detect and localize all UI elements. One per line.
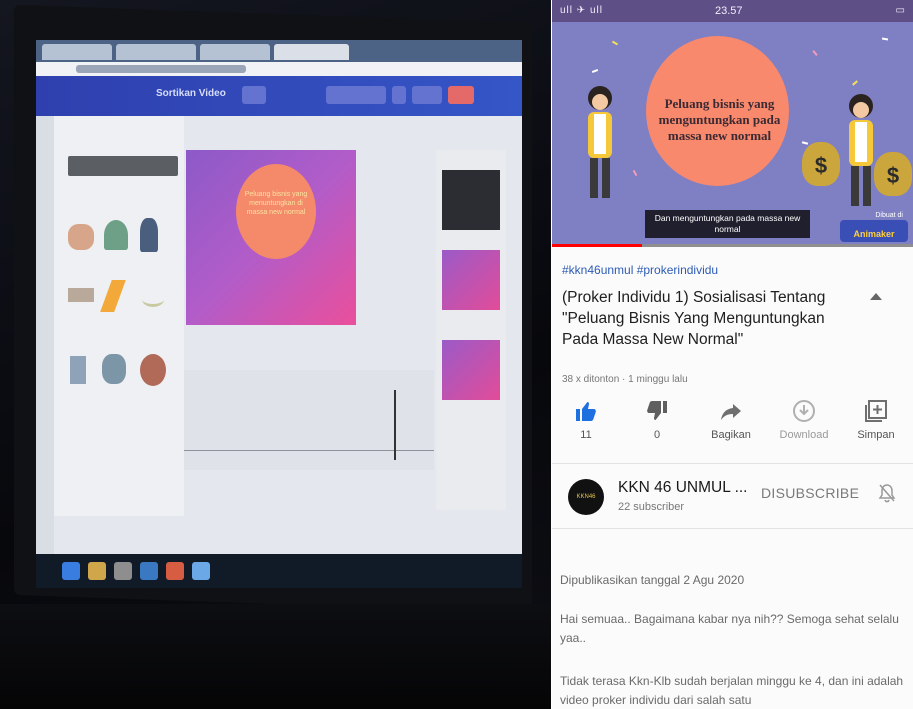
browser-tab-bar bbox=[36, 40, 522, 62]
dislike-button[interactable]: 0 bbox=[627, 399, 687, 441]
confetti bbox=[801, 141, 809, 145]
video-progress-bar[interactable] bbox=[552, 244, 913, 247]
confetti bbox=[591, 69, 599, 73]
signal-icon: ull ✈ ull bbox=[560, 5, 603, 16]
woman-character-left bbox=[588, 86, 612, 198]
share-label: Bagikan bbox=[711, 429, 751, 441]
battery-icon: ▭ bbox=[895, 5, 905, 16]
save-icon bbox=[865, 400, 887, 422]
taskbar-icon bbox=[140, 562, 158, 580]
confetti bbox=[632, 169, 638, 177]
asset-icon bbox=[104, 220, 128, 250]
channel-avatar[interactable]: KKN46 bbox=[568, 479, 604, 515]
channel-row: KKN46 KKN 46 UNMUL ... 22 subscriber DIS… bbox=[552, 466, 913, 526]
editor-canvas-preview: Peluang bisnis yang menuntungkan di mass… bbox=[186, 150, 356, 325]
browser-tab bbox=[200, 44, 270, 60]
dislike-count: 0 bbox=[653, 429, 661, 441]
video-progress-fill bbox=[552, 244, 643, 247]
editor-button bbox=[412, 86, 442, 104]
unsubscribe-button[interactable]: DISUBSCRIBE bbox=[761, 485, 859, 501]
published-date: Dipublikasikan tanggal 2 Agu 2020 bbox=[560, 573, 745, 587]
divider bbox=[552, 528, 913, 529]
editor-left-toolbar bbox=[36, 116, 54, 576]
share-icon bbox=[721, 404, 741, 420]
browser-tab bbox=[42, 44, 112, 60]
bell-off-icon[interactable] bbox=[878, 483, 896, 503]
asset-icon bbox=[102, 354, 126, 384]
animaker-watermark: Animaker bbox=[840, 220, 908, 242]
os-taskbar bbox=[36, 554, 522, 588]
asset-icon bbox=[140, 354, 166, 386]
share-button[interactable]: Bagikan bbox=[701, 399, 761, 441]
taskbar-icon bbox=[62, 562, 80, 580]
description-paragraph-1: Hai semuaa.. Bagaimana kabar nya nih?? S… bbox=[560, 612, 899, 645]
like-button[interactable]: 11 bbox=[556, 399, 616, 441]
asset-icon bbox=[140, 218, 158, 252]
like-count: 11 bbox=[580, 429, 592, 441]
view-count: 38 x ditonton · 1 minggu lalu bbox=[562, 374, 688, 385]
asset-icon bbox=[142, 292, 164, 307]
video-title[interactable]: (Proker Individu 1) Sosialisasi Tentang … bbox=[562, 287, 852, 350]
editor-timeline bbox=[184, 370, 434, 470]
thumbs-up-icon bbox=[576, 402, 596, 421]
browser-address-bar bbox=[36, 62, 522, 76]
channel-name[interactable]: KKN 46 UNMUL ... bbox=[618, 479, 748, 497]
editor-button bbox=[242, 86, 266, 104]
video-player[interactable]: Peluang bisnis yang menguntungkan pada m… bbox=[552, 22, 913, 247]
editor-scene-strip bbox=[436, 150, 506, 510]
moneybag-icon: $ bbox=[874, 152, 912, 196]
asset-icon bbox=[68, 224, 94, 250]
taskbar-icon bbox=[166, 562, 184, 580]
divider bbox=[552, 463, 913, 464]
download-label: Download bbox=[779, 429, 829, 441]
status-time: 23.57 bbox=[715, 5, 743, 17]
action-bar: 11 0 Bagikan Download Simpan bbox=[552, 399, 913, 457]
woman-character-right bbox=[849, 94, 873, 206]
url-field bbox=[76, 65, 246, 73]
status-bar: ull ✈ ull 23.57 ▭ bbox=[552, 0, 913, 22]
video-caption: Dan menguntungkan pada massa new normal bbox=[645, 210, 810, 238]
moneybag-icon: $ bbox=[802, 142, 840, 186]
collapse-icon[interactable] bbox=[870, 293, 882, 300]
description-paragraph-2: Tidak terasa Kkn-Klb sudah berjalan ming… bbox=[560, 674, 904, 707]
canvas-text: Peluang bisnis yang menuntungkan di mass… bbox=[244, 191, 308, 216]
youtube-phone-screen: ull ✈ ull 23.57 ▭ Peluang bisnis yang me… bbox=[552, 0, 913, 709]
thumbs-down-icon bbox=[647, 401, 667, 420]
editor-title: Sortikan Video bbox=[156, 88, 226, 99]
download-icon bbox=[793, 400, 815, 422]
confetti bbox=[852, 80, 858, 86]
laptop-photo: Sortikan Video Peluang bisnis yang menun… bbox=[0, 0, 551, 709]
subscriber-count: 22 subscriber bbox=[618, 501, 685, 513]
watermark-label: Dibuat di bbox=[875, 212, 903, 219]
taskbar-icon bbox=[88, 562, 106, 580]
editor-app-bar: Sortikan Video bbox=[36, 76, 522, 116]
editor-export-button bbox=[448, 86, 474, 104]
save-button[interactable]: Simpan bbox=[846, 399, 906, 441]
scene-thumbnail bbox=[442, 170, 500, 230]
confetti bbox=[812, 50, 818, 56]
asset-search-box bbox=[68, 156, 178, 176]
scene-thumbnail bbox=[442, 340, 500, 400]
confetti bbox=[881, 37, 889, 41]
laptop-bezel-bottom bbox=[0, 604, 551, 709]
browser-tab-active bbox=[274, 44, 349, 60]
editor-asset-panel bbox=[54, 116, 184, 516]
scene-thumbnail bbox=[442, 250, 500, 310]
asset-icon bbox=[70, 356, 86, 384]
video-headline: Peluang bisnis yang menguntungkan pada m… bbox=[658, 96, 781, 143]
download-button[interactable]: Download bbox=[774, 399, 834, 441]
lightning-icon bbox=[100, 280, 126, 312]
taskbar-icon bbox=[192, 562, 210, 580]
confetti bbox=[611, 40, 619, 46]
asset-icon bbox=[68, 288, 94, 302]
timeline-ruler bbox=[184, 450, 434, 451]
video-hashtags[interactable]: #kkn46unmul #prokerindividu bbox=[562, 263, 718, 277]
laptop-screen: Sortikan Video Peluang bisnis yang menun… bbox=[36, 40, 522, 588]
editor-button bbox=[392, 86, 406, 104]
taskbar-icon bbox=[114, 562, 132, 580]
editor-button bbox=[326, 86, 386, 104]
save-label: Simpan bbox=[857, 429, 895, 441]
timeline-playhead bbox=[394, 390, 396, 460]
browser-tab bbox=[116, 44, 196, 60]
